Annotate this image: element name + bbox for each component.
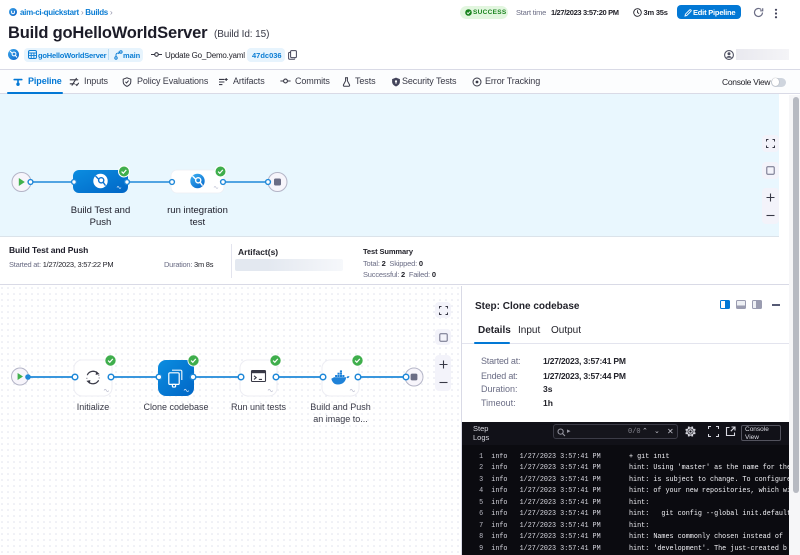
svg-text:Push: Push <box>90 217 112 228</box>
svg-text:Initialize: Initialize <box>77 402 110 412</box>
svg-text:an image to...: an image to... <box>313 414 368 424</box>
svg-text:Clone codebase: Clone codebase <box>143 402 208 412</box>
svg-text:run integration: run integration <box>167 205 228 216</box>
svg-text:Run unit tests: Run unit tests <box>231 402 287 412</box>
svg-text:Build and Push: Build and Push <box>310 402 371 412</box>
svg-text:test: test <box>190 217 206 228</box>
svg-text:Build Test and: Build Test and <box>71 205 131 216</box>
